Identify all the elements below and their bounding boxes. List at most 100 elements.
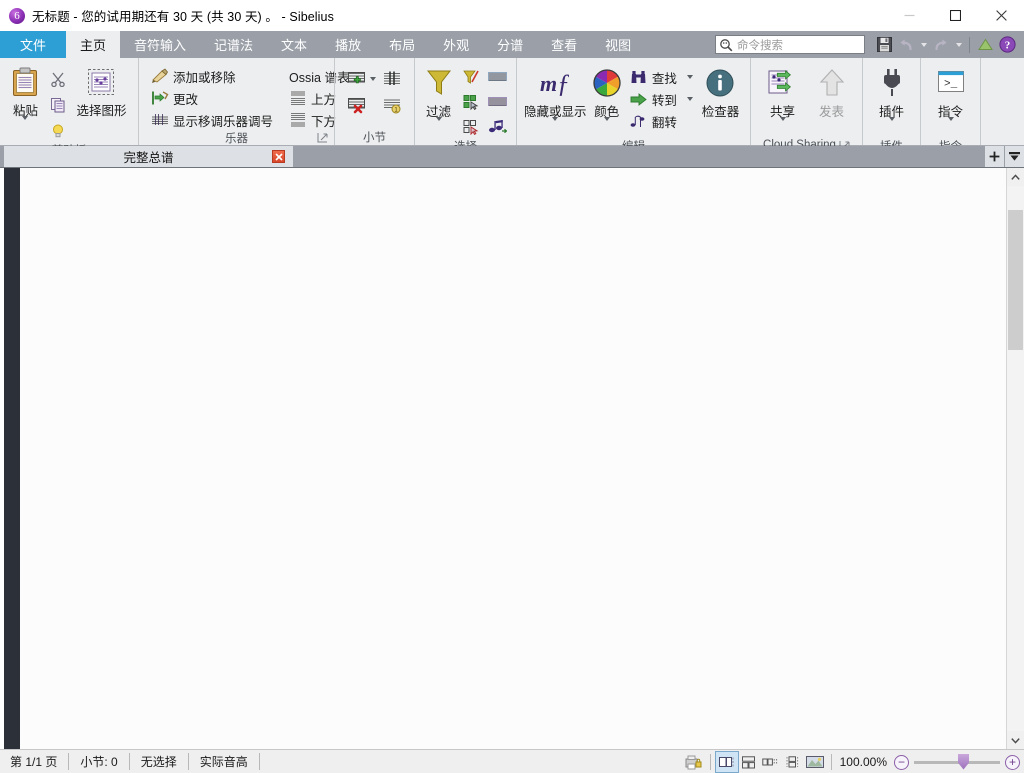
- split-bar-button[interactable]: [379, 67, 405, 91]
- vertical-scroll-track[interactable]: [1007, 186, 1024, 731]
- graphic-select-icon: [86, 66, 116, 98]
- score-page-canvas[interactable]: [20, 168, 1006, 749]
- change-instrument-icon: [151, 89, 169, 107]
- plugins-chevron-down-icon[interactable]: [888, 117, 895, 139]
- flip-label: 翻转: [651, 115, 677, 130]
- bar-number-button[interactable]: 1: [379, 93, 405, 117]
- select-system-button[interactable]: [484, 90, 510, 114]
- cut-button[interactable]: [45, 67, 71, 91]
- minimize-button[interactable]: [886, 0, 932, 31]
- svg-text:ƒ: ƒ: [557, 69, 570, 98]
- share-chevron-down-icon[interactable]: [779, 117, 786, 139]
- instruments-dialog-launcher-icon[interactable]: [317, 132, 328, 143]
- zoom-slider-track[interactable]: [914, 753, 1000, 770]
- scroll-down-button[interactable]: [1007, 731, 1024, 749]
- tab-parts[interactable]: 分谱: [483, 31, 537, 58]
- hide-or-show-button[interactable]: m ƒ 隐藏或显示: [523, 64, 588, 139]
- save-button[interactable]: [873, 33, 895, 57]
- help-button[interactable]: ?: [996, 33, 1018, 57]
- inspector-button[interactable]: 检查器: [697, 64, 744, 120]
- command-chevron-down-icon[interactable]: [947, 117, 954, 139]
- document-tab-label: 完整总谱: [123, 151, 174, 165]
- add-bar-chevron-down-icon[interactable]: [370, 77, 376, 81]
- ribbon-tab-bar: 文件 主页 音符输入 记谱法 文本 播放 布局 外观 分谱 查看 视图 命令搜索: [0, 31, 1024, 58]
- undo-dropdown-chevron-down-icon[interactable]: [917, 33, 930, 57]
- select-object-button[interactable]: [458, 115, 484, 139]
- paste-button[interactable]: 粘贴: [6, 63, 45, 138]
- view-pages-column-icon[interactable]: [782, 752, 804, 772]
- command-button[interactable]: >_ 指令: [927, 64, 974, 139]
- tab-layout[interactable]: 布局: [375, 31, 429, 58]
- sibelius-logo-icon: [9, 7, 25, 24]
- update-available-green-triangle-icon[interactable]: [974, 33, 996, 57]
- tab-file[interactable]: 文件: [0, 31, 66, 58]
- advanced-filter-button[interactable]: [458, 65, 484, 89]
- tab-play[interactable]: 播放: [321, 31, 375, 58]
- color-button[interactable]: 颜色: [588, 64, 626, 139]
- tab-review[interactable]: 查看: [537, 31, 591, 58]
- publish-button[interactable]: 发表: [808, 64, 856, 120]
- tab-home[interactable]: 主页: [66, 31, 121, 58]
- tab-note-input[interactable]: 音符输入: [120, 31, 200, 58]
- close-x-icon[interactable]: [272, 150, 285, 163]
- plus-circle-icon[interactable]: +: [1005, 754, 1020, 770]
- score-page[interactable]: [20, 168, 1006, 749]
- new-tab-button[interactable]: [984, 146, 1004, 167]
- document-tab-full-score[interactable]: 完整总谱: [4, 146, 294, 167]
- select-notes-button[interactable]: [484, 115, 510, 139]
- vertical-scroll-thumb[interactable]: [1008, 210, 1023, 350]
- view-single-page-icon[interactable]: [714, 751, 739, 773]
- transposing-key-button[interactable]: 显示移调乐器调号: [147, 109, 277, 131]
- close-button[interactable]: [978, 0, 1024, 31]
- maximize-button[interactable]: [932, 0, 978, 31]
- command-search-box[interactable]: 命令搜索: [715, 35, 865, 54]
- status-divider-1: [709, 754, 711, 770]
- change-instrument-button[interactable]: 更改: [147, 87, 277, 109]
- print-lock-icon[interactable]: [683, 752, 705, 772]
- group-title-instruments-label: 乐器: [225, 132, 248, 145]
- tab-notation[interactable]: 记谱法: [200, 31, 267, 58]
- add-remove-instrument-button[interactable]: 添加或移除: [147, 65, 277, 87]
- filter-chevron-down-icon[interactable]: [435, 117, 442, 139]
- add-remove-instrument-label: 添加或移除: [173, 70, 236, 85]
- hide-show-icon: m ƒ: [534, 67, 576, 99]
- scroll-up-button[interactable]: [1007, 168, 1024, 186]
- minus-circle-icon[interactable]: −: [894, 754, 909, 770]
- color-chevron-down-icon[interactable]: [603, 117, 610, 139]
- vertical-scrollbar[interactable]: [1006, 168, 1024, 749]
- share-button[interactable]: 共享: [758, 64, 808, 139]
- select-graphic-button[interactable]: 选择图形: [71, 63, 132, 119]
- tab-view[interactable]: 视图: [591, 31, 645, 58]
- paste-chevron-down-icon[interactable]: [22, 116, 29, 138]
- lightbulb-idea-icon[interactable]: [45, 119, 71, 143]
- view-pages-row-icon[interactable]: [760, 752, 782, 772]
- status-bar-right: 100.00% − +: [683, 750, 1020, 773]
- delete-bar-button[interactable]: [344, 93, 370, 117]
- group-title-bars: 小节: [363, 131, 386, 144]
- share-cloud-icon: [767, 67, 799, 99]
- tab-dropdown-icon[interactable]: [1004, 146, 1024, 167]
- redo-button[interactable]: [930, 33, 952, 57]
- view-panorama-icon[interactable]: [804, 752, 826, 772]
- view-spreads-icon[interactable]: [738, 752, 760, 772]
- zoom-slider-thumb[interactable]: [958, 753, 969, 770]
- hide-or-show-chevron-down-icon[interactable]: [552, 117, 559, 139]
- plugins-button[interactable]: 插件: [869, 64, 914, 139]
- goto-button[interactable]: 转到: [626, 88, 697, 110]
- status-pitch[interactable]: 实际音高: [189, 753, 260, 770]
- find-button[interactable]: 查找: [626, 66, 697, 88]
- redo-dropdown-chevron-down-icon[interactable]: [952, 33, 965, 57]
- copy-button[interactable]: [45, 93, 71, 117]
- score-view[interactable]: [0, 168, 1024, 749]
- filter-button[interactable]: 过滤: [421, 64, 456, 139]
- tab-text[interactable]: 文本: [267, 31, 321, 58]
- tab-appearance[interactable]: 外观: [429, 31, 483, 58]
- flip-button[interactable]: 翻转: [626, 110, 697, 132]
- search-icon: [719, 38, 733, 52]
- undo-button[interactable]: [895, 33, 917, 57]
- add-bar-button[interactable]: [344, 67, 370, 91]
- select-all-staves-button[interactable]: [484, 65, 510, 89]
- find-chevron-down-icon[interactable]: [686, 75, 693, 79]
- goto-chevron-down-icon[interactable]: [686, 97, 693, 101]
- select-passage-button[interactable]: [458, 90, 484, 114]
